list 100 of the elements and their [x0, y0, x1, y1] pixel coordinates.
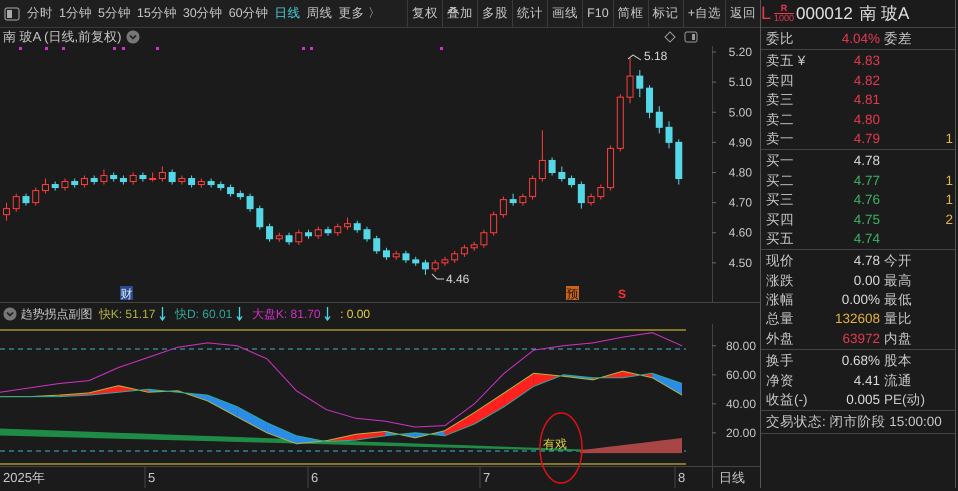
more-button[interactable]: 更多 〉 — [336, 0, 384, 27]
order-volume: 1 — [945, 191, 954, 210]
price-axis-label: 5.10 — [728, 75, 752, 90]
candlestick — [382, 247, 390, 260]
quote-label: 最高 — [884, 272, 912, 290]
candlestick — [198, 178, 205, 188]
candlestick — [626, 58, 634, 104]
candlestick — [422, 259, 429, 276]
toolbar-button[interactable]: F10 — [582, 0, 613, 27]
toolbar-button[interactable]: 简框 — [612, 0, 648, 27]
quote-label: 外盘 — [766, 330, 795, 348]
quote-label: 委比 — [766, 30, 795, 48]
candlestick — [529, 175, 536, 200]
toolbar-button[interactable]: 多股 — [477, 0, 512, 27]
signal-marker: S — [618, 287, 626, 301]
toolbar-button[interactable]: 统计 — [512, 0, 548, 27]
candlestick — [373, 235, 380, 254]
exchange-badge: R 1000 — [774, 4, 794, 23]
candlestick — [646, 84, 654, 119]
quote-value: 63972 — [841, 330, 880, 348]
candlestick — [227, 184, 234, 198]
candlestick — [344, 217, 351, 230]
date-axis-label: 8 — [678, 470, 686, 485]
toolbar-button[interactable]: 标记 — [648, 0, 683, 27]
quote-value: 4.75 — [852, 210, 880, 229]
period-tab[interactable]: 5分钟 — [94, 0, 134, 27]
series-name: 快K — [98, 306, 119, 322]
candlestick — [470, 241, 478, 252]
annotation-label: 有戏 — [543, 437, 567, 451]
panel-toggle-icon[interactable] — [4, 6, 20, 20]
candlestick — [110, 172, 118, 182]
quote-label: 卖三 — [766, 91, 795, 110]
date-axis-label: 5 — [148, 470, 156, 485]
ribbon-segment — [474, 392, 504, 424]
period-tab[interactable]: 1分钟 — [56, 0, 95, 27]
quote-value: 4.41 — [852, 372, 880, 390]
low-price-label: 4.46 — [446, 272, 470, 286]
period-tab[interactable]: 15分钟 — [134, 0, 180, 27]
indicator-value: : 81.70 — [284, 306, 321, 322]
quote-value: 4.76 — [852, 191, 880, 210]
candlestick — [480, 229, 488, 248]
candlestick — [168, 168, 176, 186]
indicator-axis-label: 80.00 — [726, 338, 756, 353]
candlestick — [607, 144, 614, 192]
price-axis-label: 5.20 — [728, 46, 752, 60]
toolbar-button[interactable]: 叠加 — [442, 0, 478, 27]
period-tab[interactable]: 60分钟 — [226, 0, 272, 27]
candlestick — [149, 172, 156, 182]
period-tab[interactable]: 30分钟 — [180, 0, 226, 27]
date-axis-label: 6 — [311, 470, 318, 485]
quote-label: 卖五 ¥ — [766, 52, 806, 70]
event-marker: 预 — [566, 286, 579, 301]
candlestick — [548, 156, 556, 176]
order-volume: 1 — [945, 172, 954, 190]
quote-label: 委差 — [884, 30, 912, 48]
quote-label: 量比 — [884, 310, 912, 328]
candlestick — [276, 232, 283, 242]
quote-label: 涨跌 — [766, 272, 795, 290]
quote-value: 4.81 — [852, 91, 880, 110]
quote-label: 卖四 — [766, 72, 795, 90]
toolbar-button[interactable]: 画线 — [547, 0, 582, 27]
candlestick — [519, 193, 526, 206]
toolbar-button[interactable]: +自选 — [682, 0, 725, 27]
stock-code: 000012 — [796, 2, 853, 25]
panel-toggle-icon[interactable] — [684, 31, 698, 43]
candlestick — [314, 226, 322, 240]
order-volume: 1 — [945, 130, 954, 148]
candlestick — [295, 229, 302, 246]
toolbar-button[interactable]: 复权 — [407, 0, 442, 27]
quote-value: 4.79 — [852, 130, 880, 148]
indicator-axis-label: 20.00 — [726, 426, 756, 440]
diamond-icon[interactable] — [664, 31, 676, 43]
quote-label: 买五 — [766, 230, 795, 248]
candlestick — [402, 250, 410, 264]
quote-label: 总量 — [766, 310, 795, 328]
dropdown-icon[interactable] — [3, 306, 17, 320]
candlestick — [266, 223, 274, 242]
candlestick — [236, 190, 244, 200]
candlestick — [61, 178, 68, 192]
market-label: L — [761, 2, 772, 25]
candlestick — [208, 178, 215, 188]
period-tab[interactable]: 分时 — [24, 0, 56, 27]
candlestick — [22, 193, 30, 206]
candlestick — [354, 220, 361, 234]
quote-label: 买一 — [766, 152, 795, 170]
period-tab[interactable]: 日线 — [272, 0, 304, 27]
period-tab[interactable]: 周线 — [304, 0, 336, 27]
quote-label: 收益(-) — [766, 391, 808, 410]
quote-value: 4.82 — [852, 72, 880, 90]
quote-label: 换手 — [766, 352, 795, 370]
indicator-value: : 51.17 — [118, 306, 156, 322]
quote-label: 涨幅 — [766, 291, 795, 310]
quote-value: 4.74 — [852, 230, 880, 248]
event-marker: 财 — [120, 286, 133, 301]
candlestick — [656, 106, 663, 134]
price-axis-label: 4.70 — [728, 196, 752, 210]
candlestick — [139, 172, 146, 182]
series-name: 快D — [174, 306, 196, 322]
dropdown-icon[interactable] — [126, 30, 140, 44]
quote-label: 卖二 — [766, 110, 795, 129]
